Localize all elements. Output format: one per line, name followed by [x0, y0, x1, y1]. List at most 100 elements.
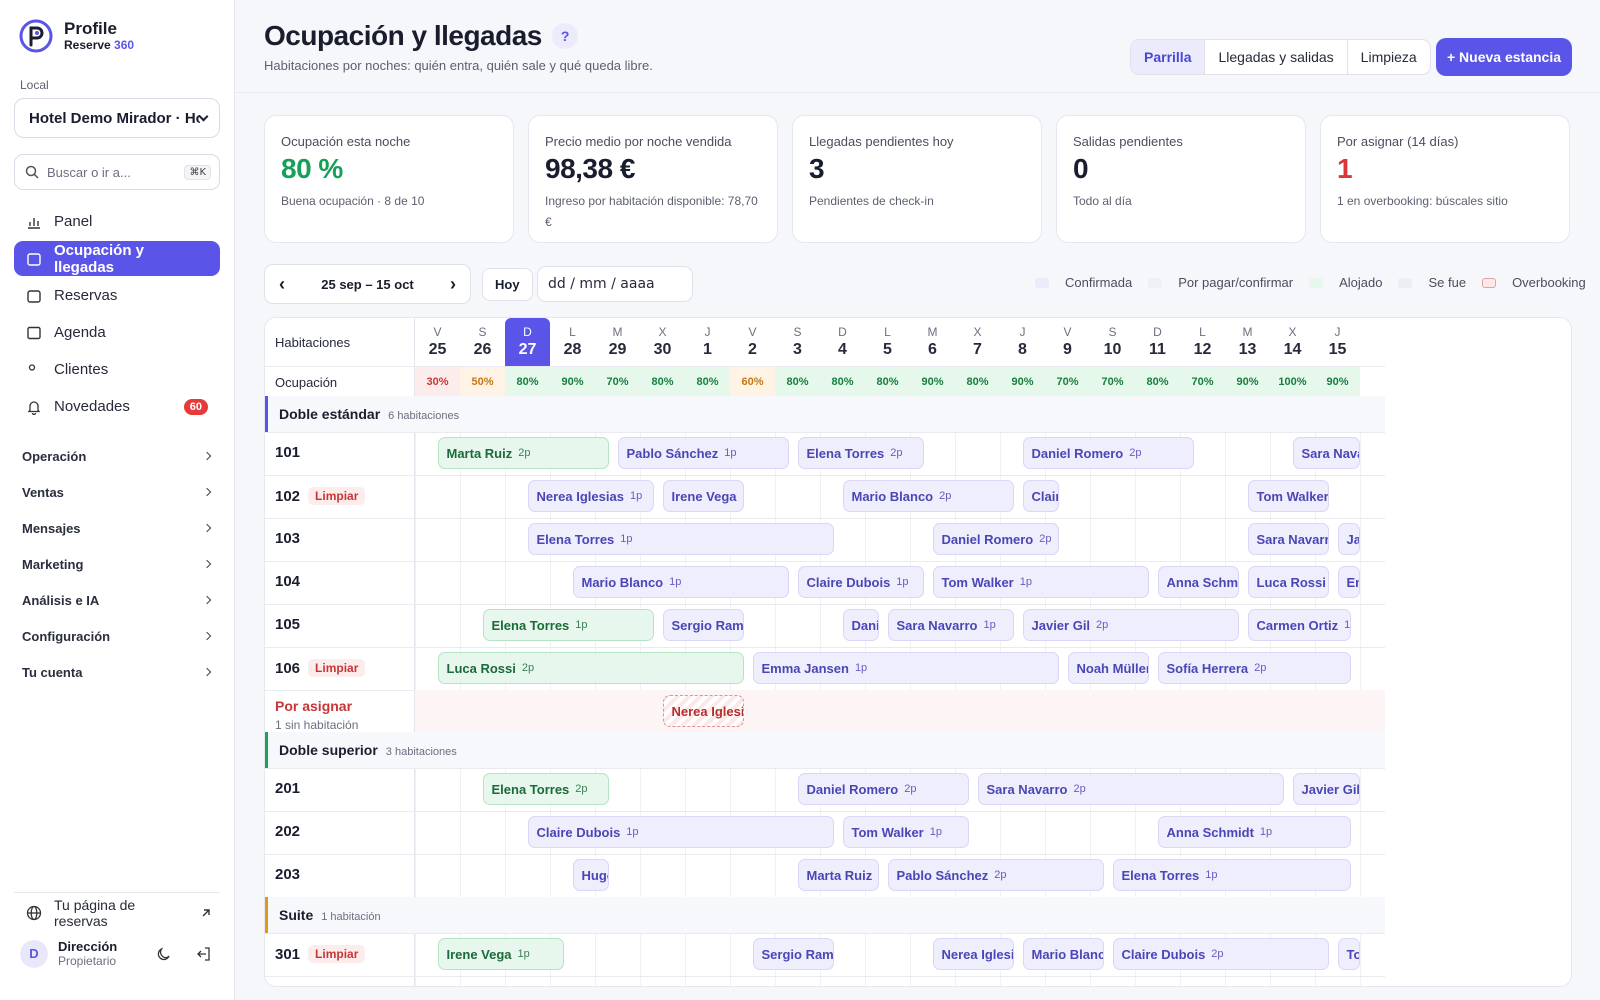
booking-block[interactable]: Javier Gil — [1337, 523, 1360, 555]
booking-block[interactable]: Pablo Sánchez 1p — [617, 437, 789, 469]
new-stay-button[interactable]: + Nueva estancia — [1436, 38, 1572, 76]
day-header[interactable]: S3 — [775, 318, 820, 366]
day-header[interactable]: X 30 — [640, 318, 685, 366]
room-label[interactable]: 203 — [275, 866, 300, 883]
booking-page-link[interactable]: Tu página de reservas — [14, 893, 220, 933]
cleaning-badge[interactable]: Limpiar — [308, 487, 366, 505]
day-header[interactable]: L 12 — [1180, 318, 1225, 366]
date-input[interactable]: dd / mm / aaaa — [537, 266, 693, 302]
booking-block[interactable]: Sara Navarro 1p — [887, 609, 1014, 641]
day-header[interactable]: L 28 — [550, 318, 595, 366]
booking-block[interactable]: Irene Vega 2p — [662, 480, 744, 512]
booking-block[interactable]: Luca Rossi 2p — [437, 652, 744, 684]
booking-block[interactable]: Sara Navarro 2p — [977, 773, 1284, 805]
search-input[interactable]: Buscar o ir a... ⌘K — [14, 154, 220, 190]
booking-block[interactable]: Sergio Ramos — [662, 609, 744, 641]
room-label[interactable]: 105 — [275, 616, 300, 633]
booking-block[interactable]: Irene Vega 1p — [437, 938, 564, 970]
booking-block[interactable]: Elena Torres 1p — [482, 609, 654, 641]
booking-block[interactable]: Tom Walker — [1337, 938, 1360, 970]
booking-block[interactable]: Sergio Ramos — [752, 938, 834, 970]
cleaning-badge[interactable]: Limpiar — [308, 945, 366, 963]
room-label[interactable]: 201 — [275, 780, 300, 797]
booking-block[interactable]: Nerea Iglesias — [932, 938, 1014, 970]
booking-block[interactable]: Tom Walker 1p — [932, 566, 1149, 598]
booking-block[interactable]: Elena Torres 2p — [482, 773, 609, 805]
booking-block[interactable]: Daniel Romero — [842, 609, 879, 641]
booking-block[interactable]: Sara Navarro — [1292, 437, 1360, 469]
booking-block[interactable]: Noah Müller — [1067, 652, 1149, 684]
help-button[interactable]: ? — [551, 23, 578, 49]
tab-2[interactable]: Limpieza — [1348, 40, 1430, 74]
booking-block[interactable]: Nerea Iglesias — [662, 695, 744, 727]
booking-block[interactable]: Daniel Romero 2p — [797, 773, 969, 805]
booking-block[interactable]: Marta Ruiz1p — [797, 859, 879, 891]
booking-block[interactable]: Elena Torres 1p — [527, 523, 834, 555]
room-label[interactable]: 301 Limpiar — [275, 945, 366, 963]
room-label[interactable]: 202 — [275, 823, 300, 840]
day-header[interactable]: V9 — [1045, 318, 1090, 366]
booking-block[interactable]: Claire Dubois 1p — [527, 816, 834, 848]
booking-block[interactable]: Hugo — [572, 859, 609, 891]
next-range-button[interactable]: › — [450, 274, 456, 295]
room-type-section[interactable]: Doble estándar 6 habitaciones — [265, 396, 1385, 432]
cleaning-badge[interactable]: Limpiar — [308, 659, 366, 677]
sidebar-group-operacion[interactable]: Operación — [14, 438, 220, 474]
day-header[interactable]: S 26 — [460, 318, 505, 366]
sidebar-group-mensajes[interactable]: Mensajes — [14, 510, 220, 546]
sidebar-group-marketing[interactable]: Marketing — [14, 546, 220, 582]
brand[interactable]: Profile Reserve 360 — [18, 18, 134, 54]
moon-icon[interactable] — [156, 946, 172, 962]
tab-0[interactable]: Parrilla — [1131, 40, 1206, 74]
booking-block[interactable]: Mario Blanco 1p — [572, 566, 789, 598]
sidebar-item-ocupacion-y-llegadas[interactable]: Ocupación y llegadas — [14, 241, 220, 276]
day-header[interactable]: V2 — [730, 318, 775, 366]
sidebar-group-configuracion[interactable]: Configuración — [14, 618, 220, 654]
booking-block[interactable]: Marta Ruiz 2p — [437, 437, 609, 469]
prev-range-button[interactable]: ‹ — [279, 274, 285, 295]
day-header[interactable]: D 27 — [505, 318, 550, 366]
day-header[interactable]: D 11 — [1135, 318, 1180, 366]
day-header[interactable]: X7 — [955, 318, 1000, 366]
booking-block[interactable]: Anna Schmidt 1p — [1157, 816, 1351, 848]
sidebar-group-tu-cuenta[interactable]: Tu cuenta — [14, 654, 220, 690]
booking-block[interactable]: Elena Torres 2p — [797, 437, 924, 469]
booking-block[interactable]: Mario Blanco 2p — [842, 480, 1014, 512]
room-label[interactable]: 101 — [275, 444, 300, 461]
sidebar-item-agenda[interactable]: Agenda — [14, 315, 220, 350]
booking-block[interactable]: Anna Schmidt — [1157, 566, 1239, 598]
day-header[interactable]: J 15 — [1315, 318, 1360, 366]
booking-block[interactable]: Claire Dubois — [1022, 480, 1059, 512]
booking-block[interactable]: Daniel Romero 2p — [1022, 437, 1194, 469]
booking-block[interactable]: Carmen Ortiz 1p — [1247, 609, 1351, 641]
booking-block[interactable]: Tom Walker 1p — [842, 816, 969, 848]
booking-block[interactable]: Emma Jansen — [1337, 566, 1360, 598]
local-select[interactable]: Hotel Demo Mirador · Ho — [14, 98, 220, 138]
booking-block[interactable]: Sara Navarro — [1247, 523, 1329, 555]
sidebar-item-clientes[interactable]: Clientes — [14, 352, 220, 387]
booking-block[interactable]: Daniel Romero 2p — [932, 523, 1059, 555]
day-header[interactable]: D4 — [820, 318, 865, 366]
booking-block[interactable]: Sofía Herrera 2p — [1157, 652, 1351, 684]
booking-block[interactable]: Claire Dubois 2p — [1112, 938, 1329, 970]
room-type-section[interactable]: Doble superior 3 habitaciones — [265, 732, 1385, 768]
sidebar-item-novedades[interactable]: Novedades 60 — [14, 389, 220, 424]
booking-block[interactable]: Pablo Sánchez 2p — [887, 859, 1104, 891]
day-header[interactable]: J8 — [1000, 318, 1045, 366]
booking-block[interactable]: Javier Gil 2p — [1022, 609, 1239, 641]
day-header[interactable]: S 10 — [1090, 318, 1135, 366]
booking-block[interactable]: Javier Gil — [1292, 773, 1360, 805]
booking-block[interactable]: Tom Walker — [1247, 480, 1329, 512]
booking-block[interactable]: Luca Rossi1p — [1247, 566, 1329, 598]
day-header[interactable]: M6 — [910, 318, 955, 366]
today-button[interactable]: Hoy — [482, 268, 533, 301]
booking-block[interactable]: Elena Torres 1p — [1112, 859, 1351, 891]
day-header[interactable]: X 14 — [1270, 318, 1315, 366]
booking-block[interactable]: Mario Blanco — [1022, 938, 1104, 970]
sidebar-group-analisis-e-ia[interactable]: Análisis e IA — [14, 582, 220, 618]
booking-block[interactable]: Nerea Iglesias 1p — [527, 480, 654, 512]
day-header[interactable]: J1 — [685, 318, 730, 366]
room-type-section[interactable]: Suite 1 habitación — [265, 897, 1385, 933]
day-header[interactable]: M 13 — [1225, 318, 1270, 366]
booking-block[interactable]: Claire Dubois 1p — [797, 566, 924, 598]
